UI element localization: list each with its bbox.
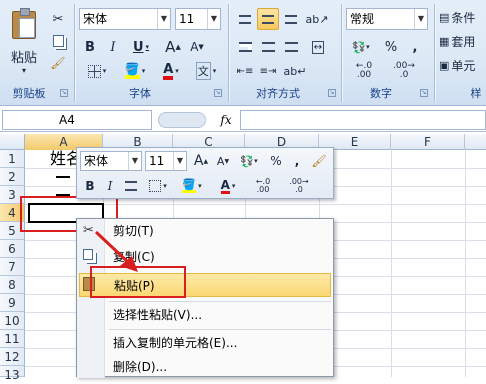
arrow-shaft [94,230,132,266]
annotation-arrow [94,230,138,272]
